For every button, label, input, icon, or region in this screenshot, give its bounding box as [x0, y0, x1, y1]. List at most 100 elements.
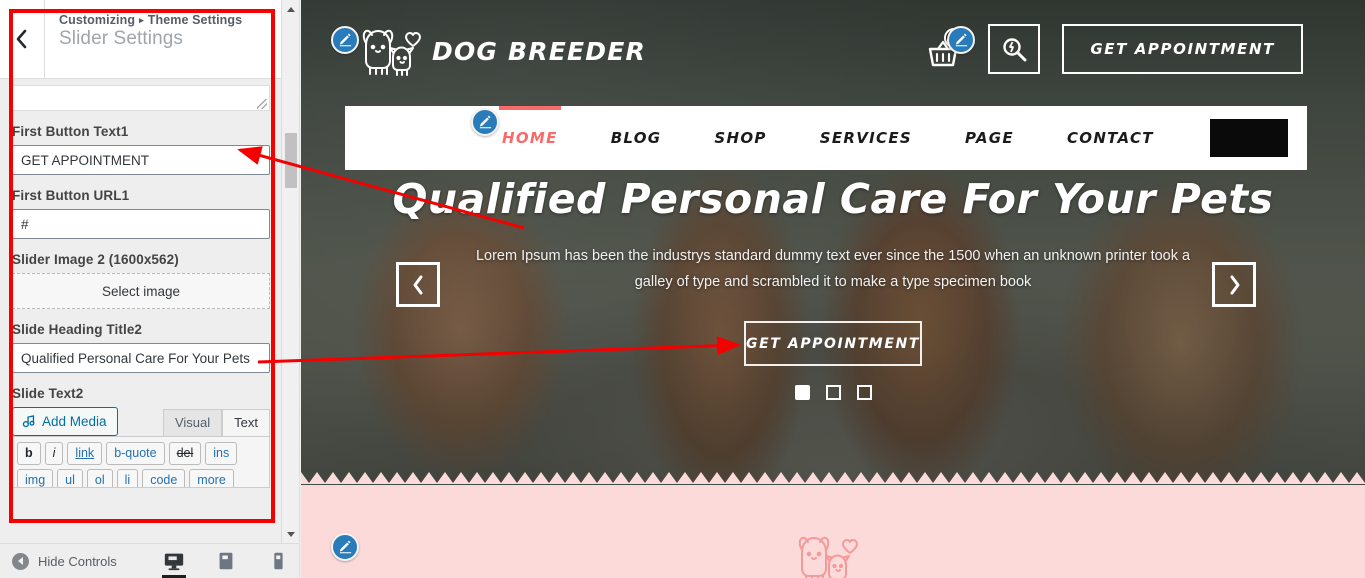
device-mobile-button[interactable] [265, 544, 291, 578]
add-media-button[interactable]: Add Media [12, 407, 118, 436]
field-slider-image-2: Slider Image 2 (1600x562) Select image [0, 252, 282, 309]
back-button[interactable] [0, 0, 45, 78]
quicktag-li[interactable]: li [116, 469, 139, 487]
quicktag-ol[interactable]: ol [86, 469, 113, 487]
slide-heading-input[interactable] [12, 343, 270, 373]
field-slide-text-2: Slide Text2 [0, 386, 282, 401]
select-image-button[interactable]: Select image [12, 273, 270, 309]
customizer-footer: Hide Controls [0, 543, 299, 578]
customizer-body: First Button Text1 First Button URL1 Sli… [0, 79, 282, 543]
quicktags-toolbar: b i link b-quote del ins img ul ol li co… [12, 436, 270, 488]
customizer-scrollbar[interactable] [281, 0, 299, 543]
search-button[interactable] [988, 24, 1041, 74]
quicktag-italic[interactable]: i [44, 442, 64, 465]
chevron-left-icon [413, 275, 422, 294]
scroll-up-arrow-icon[interactable] [282, 0, 299, 18]
mobile-icon [274, 552, 283, 570]
breadcrumb-parent: Theme Settings [147, 13, 243, 27]
tab-visual[interactable]: Visual [162, 409, 223, 436]
quicktag-img[interactable]: img [17, 469, 54, 487]
hero-slider: DOG BREEDER 0 [301, 0, 1365, 484]
zigzag-divider-icon [301, 472, 1365, 484]
page-title: Slider Settings [59, 28, 184, 49]
rich-text-editor: Add Media Visual Text b i link b-quote d… [0, 407, 282, 488]
first-button-url-input[interactable] [12, 209, 270, 239]
nav-media-placeholder [1209, 119, 1288, 157]
first-button-text-input[interactable] [12, 145, 270, 175]
quicktag-link[interactable]: link [67, 442, 103, 465]
first-button-url-label: First Button URL1 [12, 188, 130, 203]
first-button-text-label: First Button Text1 [12, 124, 129, 139]
nav-item-page[interactable]: PAGE [965, 129, 1014, 147]
site-preview: DOG BREEDER 0 [301, 0, 1365, 578]
device-desktop-button[interactable] [161, 544, 187, 578]
nav-item-contact[interactable]: CONTACT [1067, 129, 1154, 147]
quicktag-del[interactable]: del [168, 442, 202, 465]
slider-image-label: Slider Image 2 (1600x562) [12, 252, 179, 267]
nav-item-shop[interactable]: SHOP [714, 129, 766, 147]
field-slide-heading-title-2: Slide Heading Title2 [0, 322, 282, 373]
quicktag-code[interactable]: code [142, 469, 186, 487]
slide-text-textarea-previous[interactable] [12, 85, 270, 111]
edit-logo-pencil-button[interactable] [331, 26, 359, 54]
chevron-left-icon [16, 29, 27, 49]
get-appointment-hero-button[interactable]: GET APPOINTMENT [744, 321, 922, 367]
editor-toolbar-top: Add Media Visual Text [12, 407, 270, 436]
device-preview-switcher [161, 544, 291, 578]
slider-pagination [301, 385, 1365, 401]
quicktag-bold[interactable]: b [17, 442, 41, 465]
scrollbar-thumb[interactable] [285, 133, 297, 188]
slide-text-label: Slide Text2 [12, 386, 84, 401]
breadcrumb: Customizing ▸ Theme Settings [59, 13, 242, 27]
header-actions: 0 GET APPOINTMENT [926, 24, 1303, 74]
collapse-icon [12, 552, 29, 570]
screenshot-root: Customizing ▸ Theme Settings Slider Sett… [0, 0, 1365, 578]
nav-item-blog[interactable]: BLOG [611, 129, 662, 147]
quicktag-bquote[interactable]: b-quote [106, 442, 165, 465]
field-first-button-url: First Button URL1 [0, 188, 282, 239]
breadcrumb-root: Customizing [59, 13, 136, 27]
edit-header-pencil-button[interactable] [947, 26, 975, 54]
slider-dot-1[interactable] [794, 385, 810, 401]
add-media-label: Add Media [42, 414, 107, 429]
hide-controls-label: Hide Controls [38, 553, 117, 569]
hero-subtext: Lorem Ipsum has been the industrys stand… [475, 248, 1191, 291]
editor-mode-tabs: Visual Text [162, 409, 270, 436]
get-appointment-header-button[interactable]: GET APPOINTMENT [1062, 24, 1303, 74]
edit-menu-pencil-button[interactable] [471, 108, 499, 136]
resize-handle-icon[interactable] [257, 99, 267, 109]
below-hero-section [301, 485, 1365, 578]
zigzag-divider [301, 472, 1365, 484]
chevron-right-icon [1230, 275, 1239, 294]
nav-item-services[interactable]: SERVICES [820, 129, 912, 147]
device-tablet-button[interactable] [213, 544, 239, 578]
breadcrumb-separator-icon: ▸ [139, 14, 144, 25]
slider-next-button[interactable] [1212, 262, 1256, 307]
hero-content: Qualified Personal Care For Your Pets Lo… [301, 175, 1365, 401]
pencil-icon [339, 540, 351, 553]
customizer-header: Customizing ▸ Theme Settings Slider Sett… [0, 0, 282, 79]
search-icon [1003, 37, 1027, 61]
slider-prev-button[interactable] [396, 262, 440, 307]
site-title: DOG BREEDER [432, 36, 646, 66]
slider-dot-2[interactable] [825, 385, 841, 401]
slider-dot-3[interactable] [856, 385, 872, 401]
tablet-icon [219, 552, 233, 570]
hero-heading: Qualified Personal Care For Your Pets [392, 175, 1274, 223]
scroll-down-arrow-icon[interactable] [282, 525, 299, 543]
desktop-icon [164, 553, 183, 571]
quicktag-ul[interactable]: ul [57, 469, 83, 487]
add-media-icon [22, 415, 35, 428]
hide-controls-button[interactable]: Hide Controls [0, 552, 117, 570]
quicktag-ins[interactable]: ins [205, 442, 238, 465]
edit-section-pencil-button[interactable] [331, 533, 359, 561]
tab-text[interactable]: Text [222, 409, 270, 436]
site-logo[interactable]: DOG BREEDER [356, 23, 646, 79]
pencil-icon [339, 33, 351, 46]
nav-item-home[interactable]: HOME [499, 106, 561, 147]
slide-heading-label: Slide Heading Title2 [12, 322, 143, 337]
quicktag-more[interactable]: more [189, 469, 234, 487]
field-first-button-text: First Button Text1 [0, 124, 282, 175]
customizer-panel: Customizing ▸ Theme Settings Slider Sett… [0, 0, 300, 578]
pencil-icon [955, 33, 967, 46]
